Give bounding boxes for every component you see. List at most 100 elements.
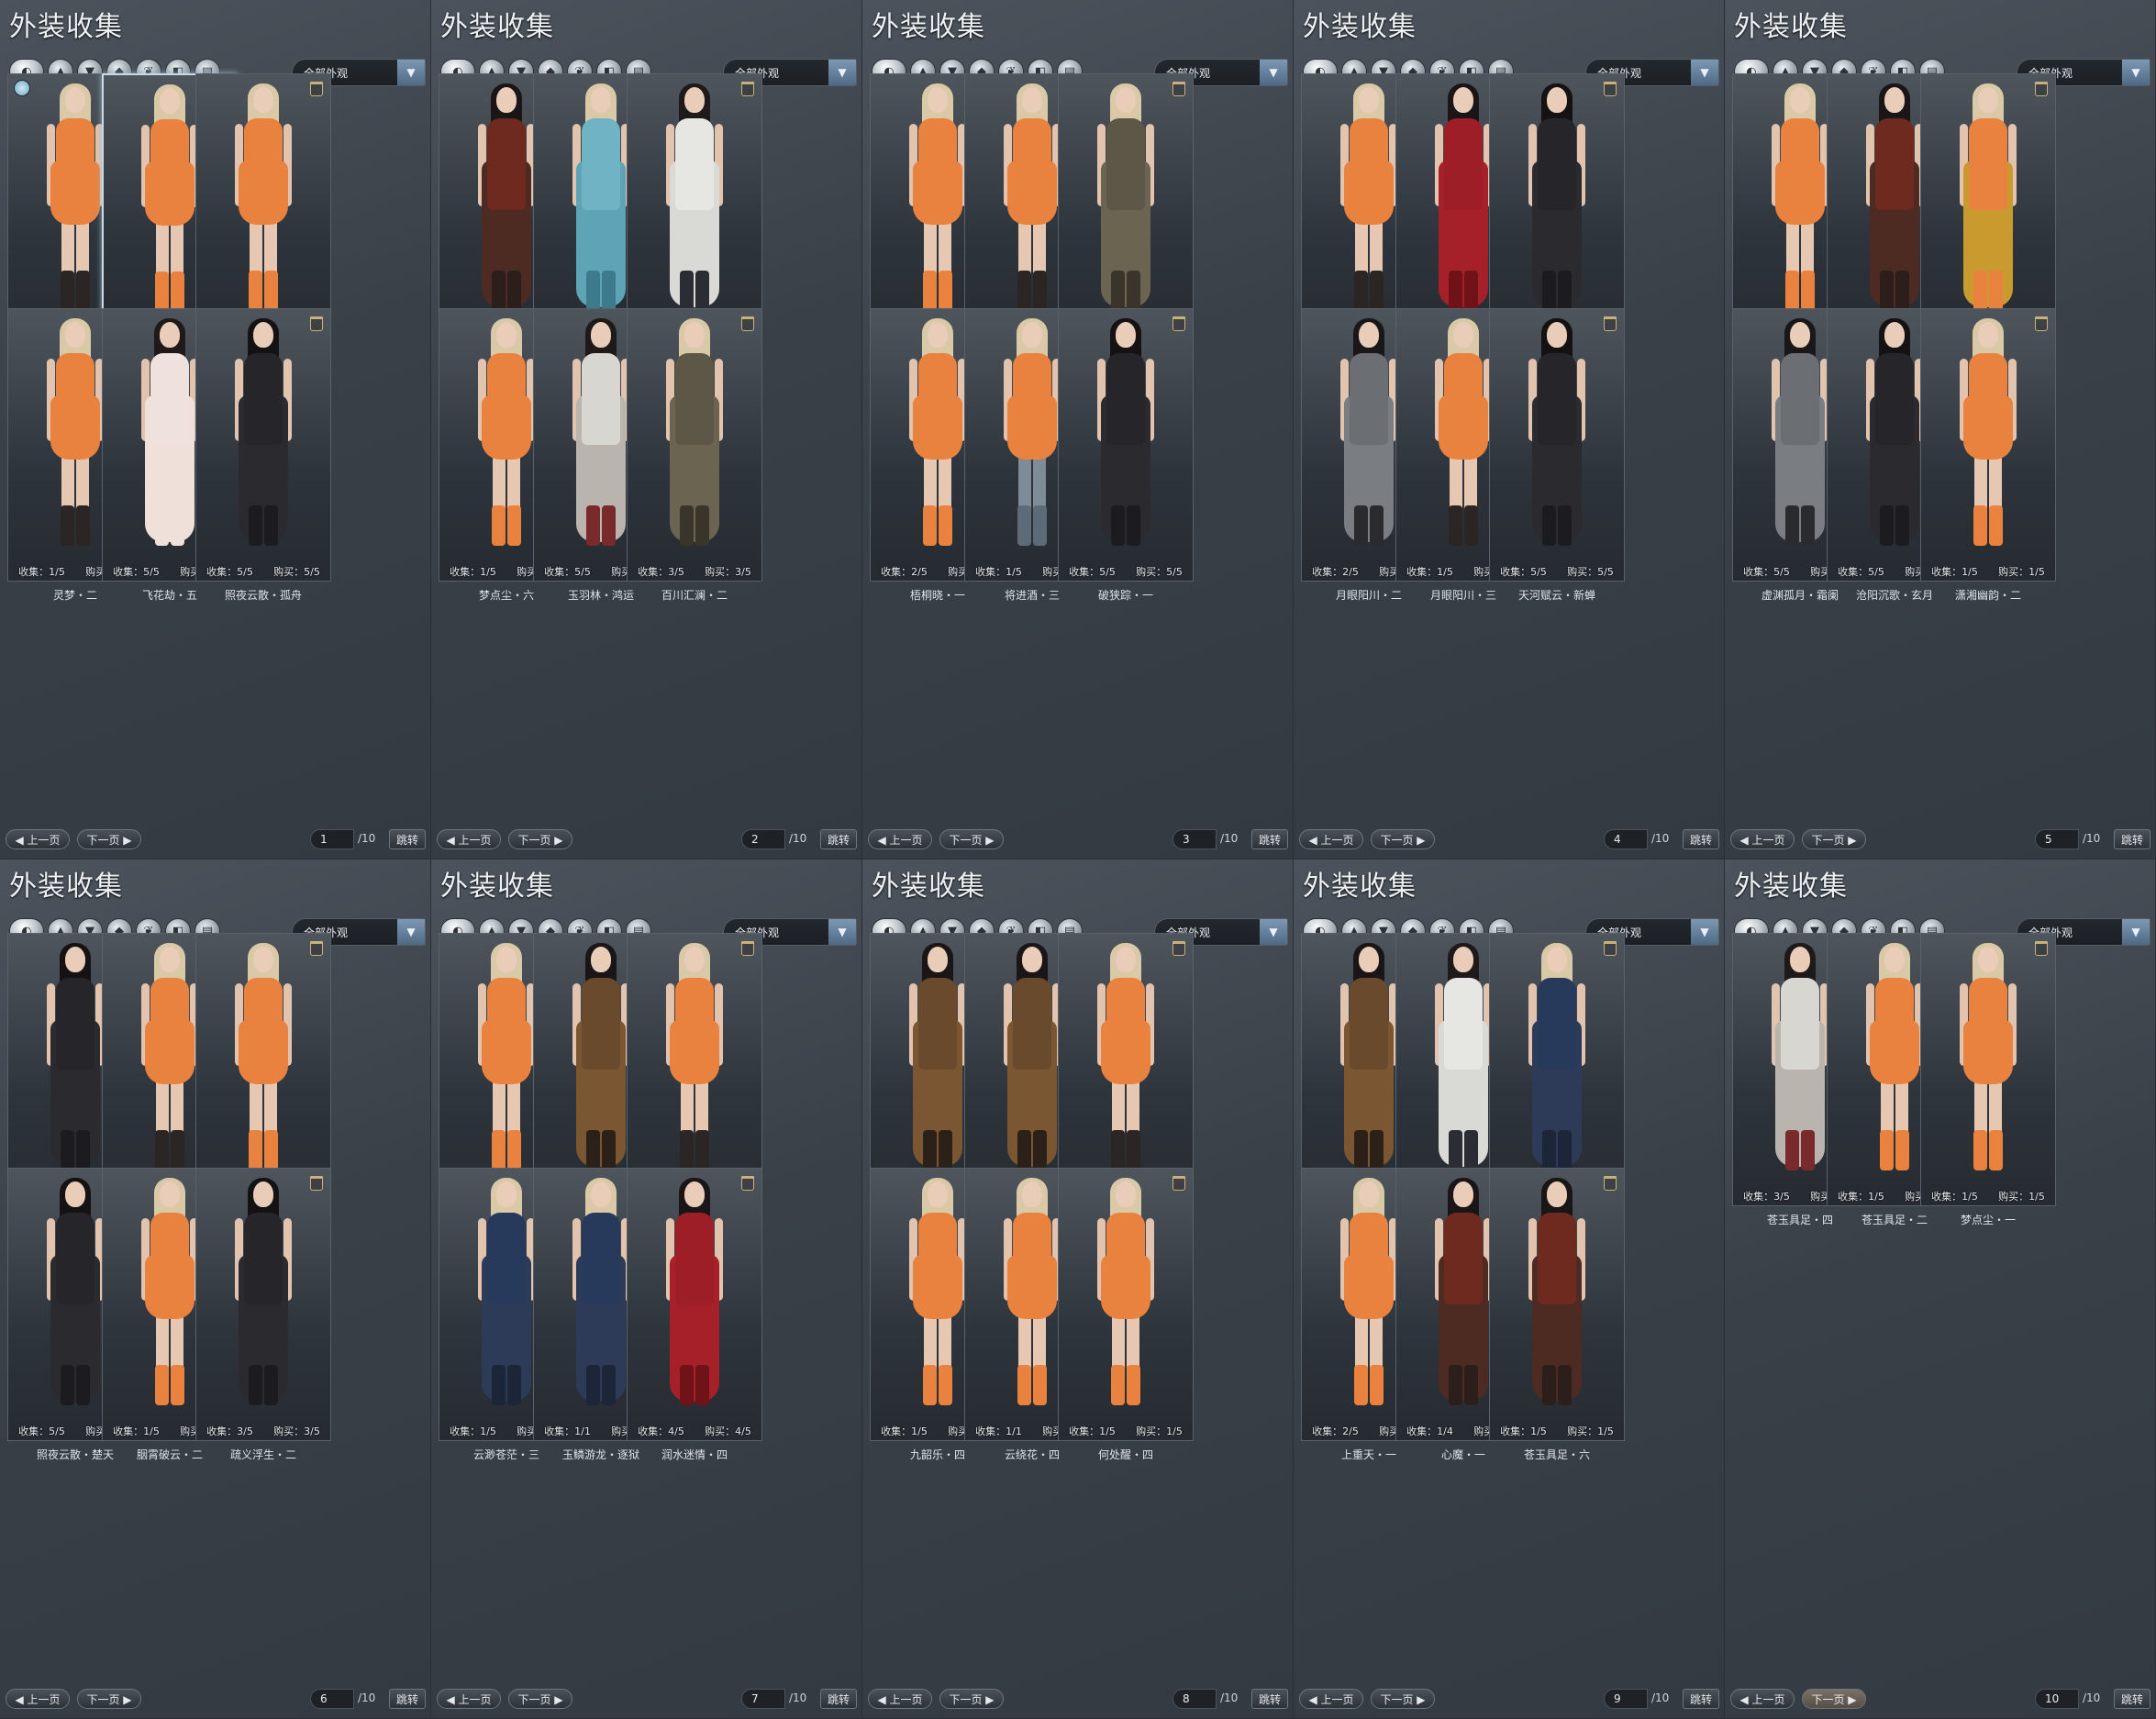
collect-value: 3/5 (237, 1425, 253, 1437)
trash-icon[interactable] (310, 82, 323, 96)
prev-page-button[interactable]: ◀ 上一页 (6, 1689, 70, 1709)
outfit-card[interactable]: 收集：1/5购买：1/5 (1058, 933, 1194, 1206)
outfit-card[interactable]: 收集：3/5购买：3/5 (627, 308, 762, 582)
chevron-down-icon[interactable]: ▼ (828, 919, 856, 945)
prev-page-button[interactable]: ◀ 上一页 (868, 1689, 932, 1709)
trash-icon[interactable] (741, 1176, 754, 1191)
boot (1370, 1130, 1384, 1170)
page-number-input[interactable]: 5 (2035, 829, 2079, 849)
chevron-down-icon[interactable]: ▼ (2122, 919, 2150, 945)
chevron-down-icon[interactable]: ▼ (1691, 60, 1718, 85)
trash-icon[interactable] (2035, 316, 2048, 331)
page-number-input[interactable]: 2 (741, 829, 785, 849)
outfit-card[interactable]: 收集：5/5购买：5/5 (627, 73, 762, 347)
collect-value: 1/4 (1437, 1425, 1453, 1437)
outfit-card[interactable]: 收集：1/5购买：1/5 (1489, 1168, 1625, 1441)
next-page-button[interactable]: 下一页 ▶ (77, 1689, 141, 1709)
next-page-button[interactable]: 下一页 ▶ (77, 829, 141, 849)
page-number-input[interactable]: 8 (1172, 1689, 1217, 1709)
outfit-card[interactable]: 收集：5/5购买：5/5 (1489, 308, 1625, 582)
chevron-down-icon[interactable]: ▼ (1691, 919, 1718, 945)
trash-icon[interactable] (1604, 316, 1617, 331)
chevron-down-icon[interactable]: ▼ (397, 919, 425, 945)
collect-value: 1/5 (49, 566, 65, 578)
outfit-card[interactable]: 收集：1/5购买：1/5 (1489, 933, 1625, 1206)
character-preview (1768, 943, 1832, 1176)
trash-icon[interactable] (1172, 1176, 1185, 1191)
dye-icon[interactable] (14, 80, 30, 96)
trash-icon[interactable] (310, 1176, 323, 1191)
trash-icon[interactable] (1604, 941, 1617, 956)
chevron-down-icon[interactable]: ▼ (397, 60, 425, 85)
chevron-down-icon[interactable]: ▼ (828, 60, 856, 85)
chevron-down-icon[interactable]: ▼ (2122, 60, 2150, 85)
trash-icon[interactable] (1604, 82, 1617, 96)
page-number-input[interactable]: 10 (2035, 1689, 2079, 1709)
outfit-card[interactable]: 收集：2/5购买：2/5 (1058, 73, 1194, 347)
torso (1969, 118, 2007, 210)
next-page-button[interactable]: 下一页 ▶ (508, 1689, 572, 1709)
trash-icon[interactable] (1604, 1176, 1617, 1191)
page-number-input[interactable]: 6 (310, 1689, 354, 1709)
page-number-input[interactable]: 9 (1604, 1689, 1648, 1709)
chevron-down-icon[interactable]: ▼ (1260, 919, 1287, 945)
collect-label: 收集： (975, 1425, 1006, 1437)
outfit-card[interactable]: 收集：1/5购买：1/5 (195, 933, 331, 1206)
outfit-card[interactable]: 收集：1/5购买：1/5 (1058, 1168, 1194, 1441)
trash-icon[interactable] (741, 316, 754, 331)
page-number-input[interactable]: 3 (1172, 829, 1217, 849)
prev-page-button[interactable]: ◀ 上一页 (437, 1689, 501, 1709)
outfit-card[interactable]: 收集：5/5购买：5/5 (195, 308, 331, 582)
jump-button[interactable]: 跳转 (1251, 1689, 1288, 1709)
trash-icon[interactable] (310, 316, 323, 331)
trash-icon[interactable] (1172, 316, 1185, 331)
page-number-input[interactable]: 7 (741, 1689, 785, 1709)
prev-page-button[interactable]: ◀ 上一页 (1299, 829, 1363, 849)
trash-icon[interactable] (2035, 82, 2048, 96)
next-page-button[interactable]: 下一页 ▶ (1371, 1689, 1435, 1709)
jump-button[interactable]: 跳转 (2114, 1689, 2150, 1709)
trash-icon[interactable] (310, 941, 323, 956)
jump-button[interactable]: 跳转 (1683, 1689, 1719, 1709)
trash-icon[interactable] (2035, 941, 2048, 956)
prev-page-button[interactable]: ◀ 上一页 (437, 829, 501, 849)
outfit-card[interactable]: 收集：1/5购买：1/5 (1920, 933, 2056, 1206)
next-page-button[interactable]: 下一页 ▶ (508, 829, 572, 849)
page-number-input[interactable]: 4 (1604, 829, 1648, 849)
head (1116, 1181, 1136, 1207)
page-number-input[interactable]: 1 (310, 829, 354, 849)
chevron-down-icon[interactable]: ▼ (1260, 60, 1287, 85)
outfit-card[interactable]: 收集：5/5购买：5/5 (1058, 308, 1194, 582)
prev-page-button[interactable]: ◀ 上一页 (1730, 829, 1795, 849)
next-page-button[interactable]: 下一页 ▶ (1371, 829, 1435, 849)
outfit-card[interactable]: 收集：1/5购买：1/5 (627, 933, 762, 1206)
next-page-button[interactable]: 下一页 ▶ (939, 829, 1004, 849)
outfit-card[interactable]: 收集：1/5购买：1/5 (1920, 308, 2056, 582)
jump-button[interactable]: 跳转 (1683, 829, 1719, 849)
jump-button[interactable]: 跳转 (389, 1689, 426, 1709)
jump-button[interactable]: 跳转 (1251, 829, 1288, 849)
prev-page-button[interactable]: ◀ 上一页 (868, 829, 932, 849)
torso (1106, 1213, 1145, 1304)
trash-icon[interactable] (741, 941, 754, 956)
jump-button[interactable]: 跳转 (820, 1689, 857, 1709)
character-preview (1525, 83, 1589, 316)
next-page-button[interactable]: 下一页 ▶ (1802, 829, 1866, 849)
prev-page-button[interactable]: ◀ 上一页 (6, 829, 70, 849)
outfit-card[interactable]: 收集：1/5购买：1/5 (1920, 73, 2056, 347)
jump-button[interactable]: 跳转 (2114, 829, 2150, 849)
jump-button[interactable]: 跳转 (389, 829, 426, 849)
next-page-button[interactable]: 下一页 ▶ (1802, 1689, 1866, 1709)
outfit-card[interactable]: 收集：3/5购买：3/5 (195, 1168, 331, 1441)
outfit-card[interactable]: 收集：1/5购买：1/5 (195, 73, 331, 347)
collect-value: 5/5 (574, 566, 591, 578)
prev-page-button[interactable]: ◀ 上一页 (1299, 1689, 1363, 1709)
prev-page-button[interactable]: ◀ 上一页 (1730, 1689, 1795, 1709)
next-page-button[interactable]: 下一页 ▶ (939, 1689, 1004, 1709)
jump-button[interactable]: 跳转 (820, 829, 857, 849)
trash-icon[interactable] (1172, 82, 1185, 96)
outfit-card[interactable]: 收集：5/5购买：5/5 (1489, 73, 1625, 347)
trash-icon[interactable] (1172, 941, 1185, 956)
trash-icon[interactable] (741, 82, 754, 96)
outfit-card[interactable]: 收集：4/5购买：4/5 (627, 1168, 762, 1441)
